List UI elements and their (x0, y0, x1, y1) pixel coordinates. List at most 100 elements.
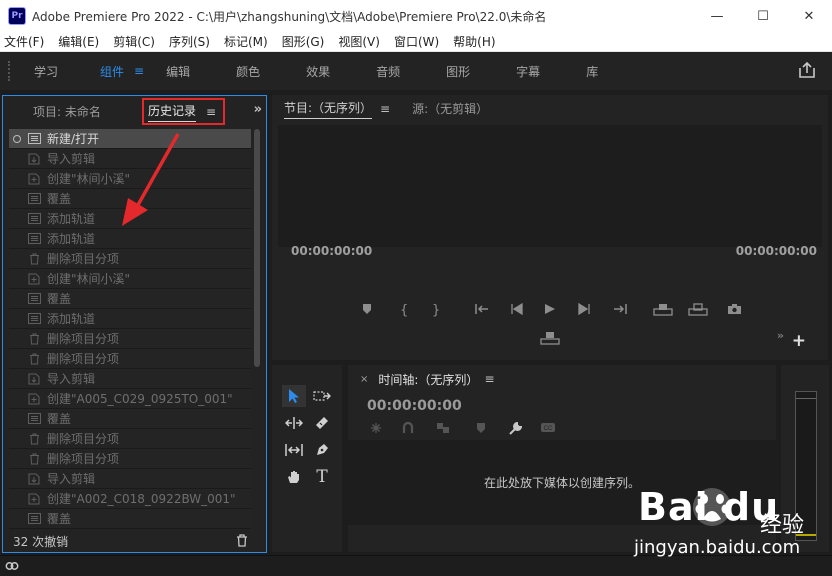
program-monitor: 节目:（无序列） ≡ 源:（无剪辑） 00:00:00:00 00:00:00:… (272, 95, 828, 360)
history-state-marker (13, 515, 21, 523)
history-item[interactable]: 创建"A002_C018_0922BW_001" (9, 489, 251, 509)
close-button[interactable]: ✕ (786, 0, 832, 32)
history-scrollbar[interactable] (253, 129, 261, 529)
trash-icon (27, 453, 41, 465)
workspace-libraries[interactable]: 库 (586, 63, 598, 80)
tab-source[interactable]: 源:（无剪辑） (412, 100, 488, 119)
pen-tool-icon[interactable] (310, 439, 334, 461)
selection-tool-icon[interactable] (282, 385, 306, 407)
snap-icon[interactable] (402, 422, 414, 434)
add-marker-icon[interactable] (476, 422, 486, 434)
workspace-menu-icon[interactable]: ≡ (134, 64, 144, 78)
insert-icon[interactable] (653, 303, 673, 316)
go-to-in-icon[interactable] (474, 303, 490, 315)
menu-window[interactable]: 窗口(W) (394, 33, 439, 50)
delete-history-icon[interactable] (236, 534, 248, 547)
history-item[interactable]: 覆盖 (9, 509, 251, 529)
menu-sequence[interactable]: 序列(S) (169, 33, 210, 50)
program-menu-icon[interactable]: ≡ (380, 102, 390, 116)
history-item[interactable]: 添加轨道 (9, 309, 251, 329)
type-tool-icon[interactable]: T (310, 466, 334, 488)
history-item[interactable]: 删除项目分项 (9, 449, 251, 469)
step-forward-icon[interactable] (577, 303, 591, 315)
history-item[interactable]: 删除项目分项 (9, 249, 251, 269)
workspace-editing[interactable]: 编辑 (166, 63, 190, 80)
history-state-marker (13, 235, 21, 243)
baidu-jingyan-text: 经验 (760, 513, 805, 538)
list-icon (27, 513, 41, 525)
hand-tool-icon[interactable] (282, 466, 306, 488)
maximize-button[interactable]: ☐ (740, 0, 786, 32)
linked-selection-icon[interactable] (436, 422, 450, 434)
scrollbar-thumb[interactable] (254, 129, 260, 367)
history-item[interactable]: 删除项目分项 (9, 349, 251, 369)
history-item-label: 导入剪辑 (47, 372, 96, 386)
workspace-graphics[interactable]: 图形 (446, 63, 470, 80)
wrench-icon[interactable] (508, 422, 522, 436)
history-item-label: 覆盖 (47, 292, 72, 306)
window-controls: — ☐ ✕ (694, 0, 832, 32)
ripple-edit-tool-icon[interactable] (282, 412, 306, 434)
workspace-learn[interactable]: 学习 (34, 63, 58, 80)
nest-icon[interactable] (370, 422, 382, 434)
tab-project[interactable]: 项目: 未命名 (33, 103, 101, 120)
menu-graphics[interactable]: 图形(G) (282, 33, 325, 50)
go-to-out-icon[interactable] (612, 303, 628, 315)
create-icon (27, 393, 41, 405)
add-marker-icon[interactable] (362, 303, 372, 315)
lift-extract-icon[interactable] (540, 331, 560, 345)
captions-icon[interactable]: CC (540, 422, 556, 433)
creative-cloud-icon[interactable] (4, 558, 20, 574)
menu-edit[interactable]: 编辑(E) (58, 33, 99, 50)
step-back-icon[interactable] (510, 303, 524, 315)
menu-help[interactable]: 帮助(H) (453, 33, 495, 50)
button-editor-icon[interactable]: + (792, 331, 806, 351)
overwrite-icon[interactable] (688, 303, 708, 316)
slip-tool-icon[interactable] (282, 439, 306, 461)
menu-view[interactable]: 视图(V) (338, 33, 380, 50)
workspace-color[interactable]: 颜色 (236, 63, 260, 80)
mark-in-icon[interactable]: { (400, 303, 408, 318)
menu-file[interactable]: 文件(F) (4, 33, 44, 50)
export-frame-icon[interactable] (727, 303, 742, 315)
workspace-audio[interactable]: 音频 (376, 63, 400, 80)
menu-clip[interactable]: 剪辑(C) (113, 33, 155, 50)
workspace-captions[interactable]: 字幕 (516, 63, 540, 80)
play-icon[interactable] (544, 303, 556, 315)
export-icon[interactable] (798, 61, 816, 79)
baidu-logo-text: Bai du (638, 485, 780, 529)
tab-history[interactable]: 历史记录 ≡ (142, 98, 225, 125)
history-item[interactable]: 导入剪辑 (9, 369, 251, 389)
history-item[interactable]: 添加轨道 (9, 229, 251, 249)
history-item-label: 添加轨道 (47, 232, 96, 246)
grip-handle[interactable] (8, 61, 14, 81)
panel-menu-icon[interactable]: ≡ (206, 105, 216, 119)
minimize-button[interactable]: — (694, 0, 740, 32)
history-item[interactable]: 创建"林间小溪" (9, 269, 251, 289)
list-icon (27, 213, 41, 225)
history-item[interactable]: 导入剪辑 (9, 469, 251, 489)
tab-program[interactable]: 节目:（无序列） (284, 99, 373, 119)
history-item[interactable]: 覆盖 (9, 409, 251, 429)
menu-markers[interactable]: 标记(M) (224, 33, 268, 50)
workspace-assembly[interactable]: 组件 (100, 63, 124, 80)
razor-tool-icon[interactable] (310, 412, 334, 434)
history-item[interactable]: 删除项目分项 (9, 429, 251, 449)
more-controls-icon[interactable]: » (777, 329, 784, 342)
timeline-menu-icon[interactable]: ≡ (484, 372, 494, 386)
mark-out-icon[interactable]: } (432, 303, 440, 318)
workspace-effects[interactable]: 效果 (306, 63, 330, 80)
history-item[interactable]: 创建"A005_C029_0925TO_001" (9, 389, 251, 409)
timeline-title[interactable]: 时间轴:（无序列） (378, 371, 478, 388)
timeline-timecode[interactable]: 00:00:00:00 (367, 398, 462, 414)
import-icon (27, 153, 41, 165)
more-panels-icon[interactable]: » (254, 102, 262, 117)
history-item[interactable]: 删除项目分项 (9, 329, 251, 349)
history-item-label: 导入剪辑 (47, 152, 96, 166)
playhead-timecode[interactable]: 00:00:00:00 (291, 244, 372, 258)
track-select-tool-icon[interactable] (310, 385, 334, 407)
close-timeline-icon[interactable]: × (360, 374, 368, 385)
history-item[interactable]: 覆盖 (9, 289, 251, 309)
history-item-label: 删除项目分项 (47, 452, 120, 466)
timeline-tabs: × 时间轴:（无序列） ≡ (348, 365, 776, 393)
